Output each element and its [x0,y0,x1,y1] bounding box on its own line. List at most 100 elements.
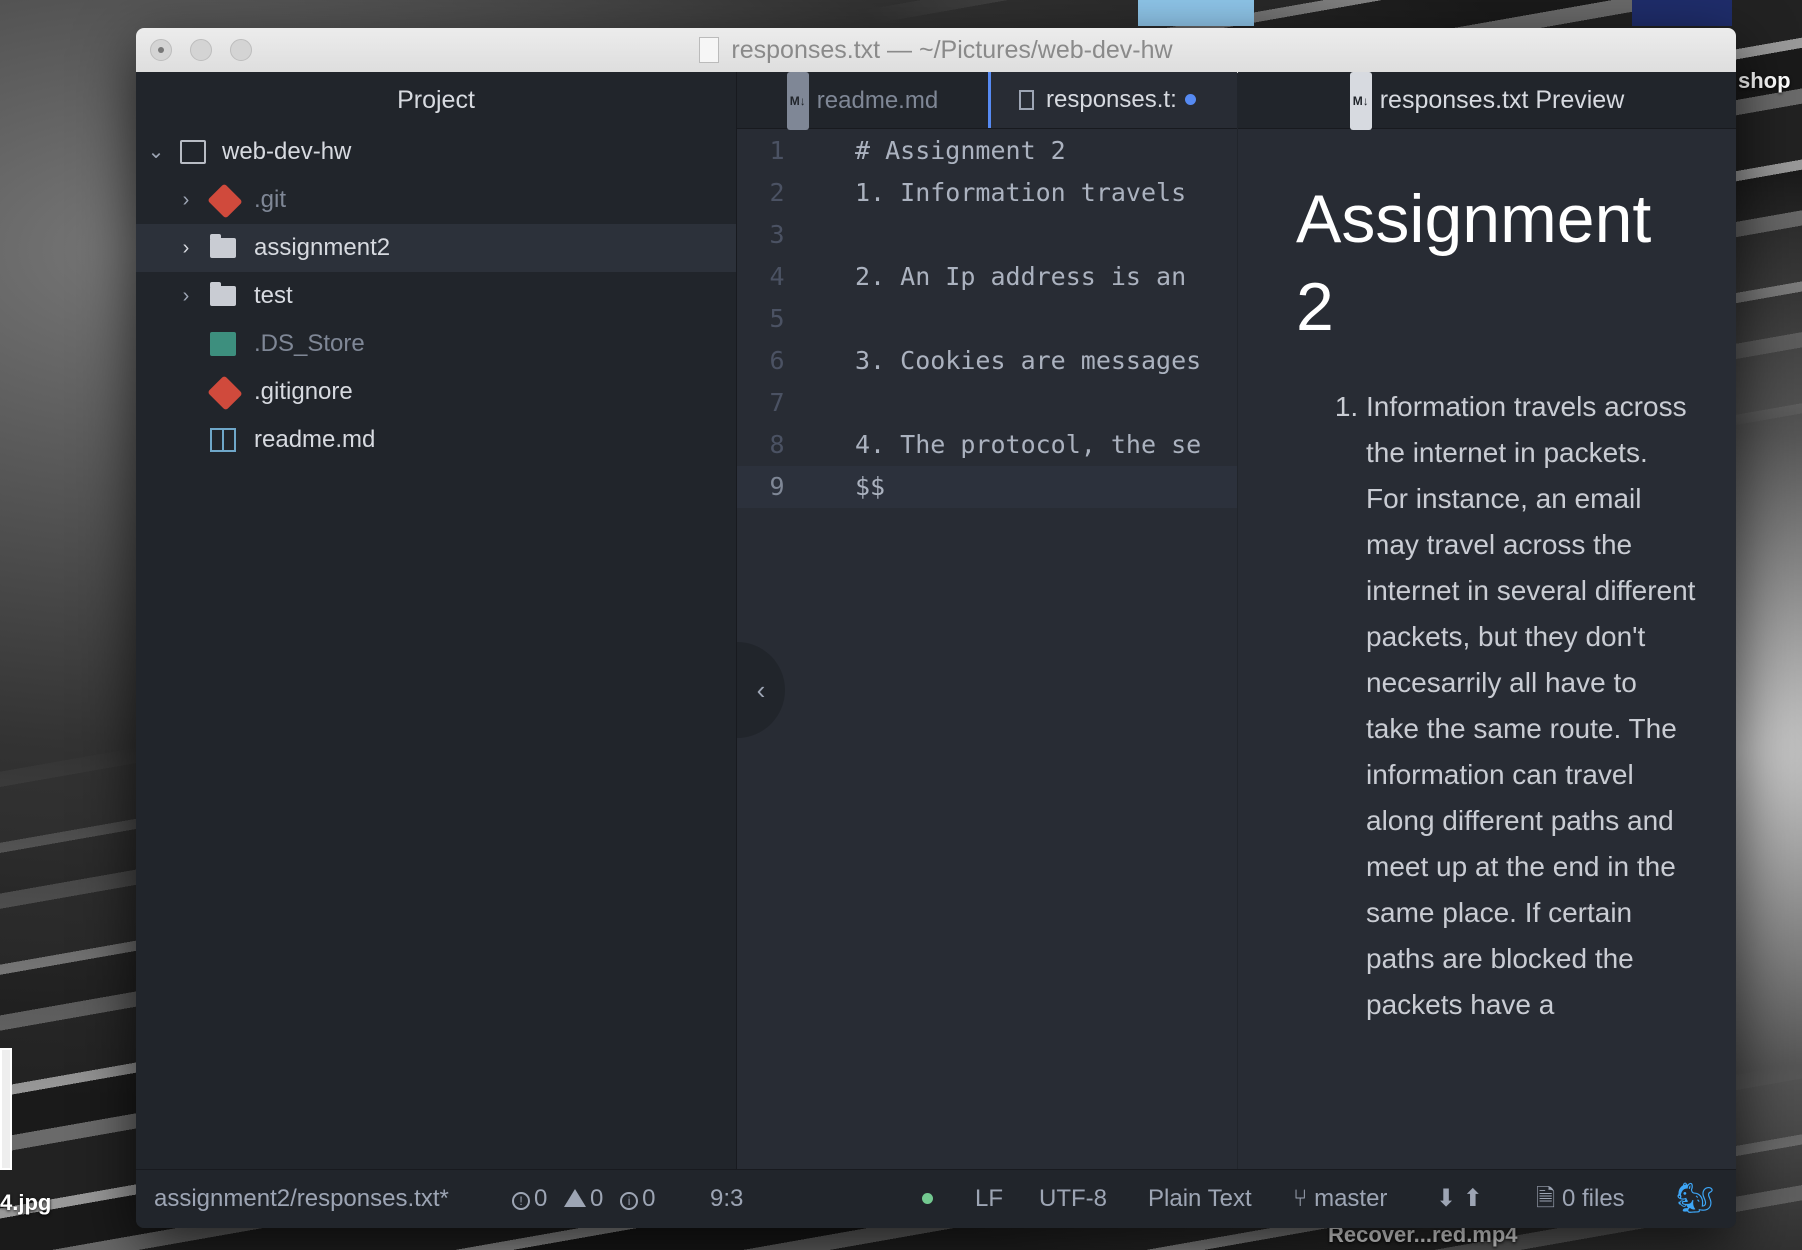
code-area[interactable]: 1 # Assignment 2 2 1. Information travels … [737,130,1237,1170]
tree-root-web-dev-hw[interactable]: ⌄ web-dev-hw [136,128,736,176]
tree-view: Project ⌄ web-dev-hw › .git › assignment… [136,72,737,1170]
title-bar[interactable]: responses.txt — ~/Pictures/web-dev-hw [136,28,1736,73]
repo-icon [180,140,206,164]
arrow-down-icon: ⬇ [1436,1185,1457,1212]
code-line-current[interactable]: 9 $$ [737,466,1237,508]
folder-icon [210,234,236,258]
line-ending-selector[interactable]: LF [975,1170,1003,1228]
preview-tab-label: responses.txt Preview [1379,86,1625,114]
desktop-label-shop[interactable]: shop [1738,68,1791,94]
line-text[interactable]: # Assignment 2 [855,130,1066,172]
linter-summary[interactable]: ! 0 0 i0 [512,1170,655,1228]
line-number: 9 [769,472,785,501]
status-file-path[interactable]: assignment2/responses.txt* [154,1170,449,1228]
warning-icon [564,1189,587,1207]
tab-label: responses.t: [1046,86,1177,113]
tree-item-readme[interactable]: readme.md [136,416,736,464]
tree-item-label: .git [254,186,287,213]
status-dot-icon [922,1193,933,1204]
tree-item-label: readme.md [254,426,376,453]
desktop-label-jpg[interactable]: 4.jpg [0,1190,51,1216]
markdown-preview-pane: M↓responses.txt Preview Assignment 2 Inf… [1238,72,1736,1170]
status-bar: assignment2/responses.txt* ! 0 0 i0 9:3 L… [136,1169,1736,1228]
preview-content[interactable]: Assignment 2 Information travels across … [1238,129,1736,1170]
tree-item-test[interactable]: › test [136,272,736,320]
tree-item-label: .gitignore [254,378,353,405]
line-number: 3 [769,220,785,249]
code-line[interactable]: 1 # Assignment 2 [737,130,1237,172]
line-text[interactable]: 4. The protocol, the se [855,424,1201,466]
github-files[interactable]: 🗎 0 files [1536,1170,1625,1228]
tree-item-git[interactable]: › .git [136,176,736,224]
tab-responses-txt[interactable]: responses.t: [988,72,1237,128]
markdown-icon: M↓ [786,72,809,130]
line-number: 4 [769,262,785,291]
chevron-right-icon[interactable]: › [176,272,196,320]
tree-item-ds-store[interactable]: .DS_Store [136,320,736,368]
folder-icon [210,282,236,306]
tree-view-header: Project [397,86,475,114]
git-icon [207,183,243,219]
squirrel-icon[interactable]: 🐿 [1676,1170,1714,1228]
tree-item-gitignore[interactable]: .gitignore [136,368,736,416]
tree-item-label: test [254,282,293,309]
window-title: responses.txt — ~/Pictures/web-dev-hw [136,28,1736,72]
preview-list: Information travels across the internet … [1296,384,1696,1028]
book-icon [210,428,236,452]
text-file-icon [1019,90,1034,110]
encoding-selector[interactable]: UTF-8 [1039,1170,1107,1228]
preview-tab[interactable]: M↓ responses.txt Preview [1238,72,1736,130]
info-icon: i [620,1192,639,1210]
tab-label: readme.md [816,87,939,114]
chevron-right-icon[interactable]: › [176,224,196,272]
finder-icon [210,332,236,356]
status-indicator [922,1170,933,1228]
tree-item-assignment2[interactable]: › assignment2 [136,224,736,272]
diff-file-icon: 🗎 [1536,1185,1562,1212]
modified-indicator-icon[interactable] [1184,94,1196,105]
code-line[interactable]: 4 2. An Ip address is an [737,256,1237,298]
warning-count: 0 [590,1185,604,1212]
code-line[interactable]: 2 1. Information travels [737,172,1237,214]
cursor-position[interactable]: 9:3 [710,1170,743,1228]
tab-readme-md[interactable]: M↓ readme.md [737,72,989,130]
git-fetch-button[interactable]: ⬇ ⬆ [1436,1170,1483,1228]
line-text[interactable]: 3. Cookies are messages [855,340,1201,382]
git-branch[interactable]: ⑂ master [1293,1170,1387,1228]
code-line[interactable]: 8 4. The protocol, the se [737,424,1237,466]
code-line[interactable]: 7 [737,382,1237,424]
line-number: 8 [769,430,785,459]
editor-pane: M↓ readme.md responses.t: 1 # Assignment 2… [737,72,1237,1170]
line-number: 5 [769,304,785,333]
chevron-down-icon[interactable]: ⌄ [146,128,166,176]
line-text[interactable]: $$ [855,466,885,508]
atom-window: responses.txt — ~/Pictures/web-dev-hw Pr… [136,28,1736,1228]
desktop-app-icon[interactable] [1632,0,1732,26]
code-line[interactable]: 6 3. Cookies are messages [737,340,1237,382]
arrow-up-icon: ⬆ [1462,1185,1483,1212]
code-line[interactable]: 3 [737,214,1237,256]
chevron-right-icon[interactable]: › [176,176,196,224]
error-count: 0 [534,1185,548,1212]
line-text[interactable]: 2. An Ip address is an [855,256,1186,298]
code-line[interactable]: 5 [737,298,1237,340]
line-text[interactable]: 1. Information travels [855,172,1186,214]
desktop-file-thumbnail[interactable] [1138,0,1254,26]
markdown-icon: M↓ [1349,72,1372,130]
error-icon: ! [512,1192,530,1210]
grammar-selector[interactable]: Plain Text [1148,1170,1252,1228]
preview-list-item: Information travels across the internet … [1366,384,1696,1028]
git-icon [207,375,243,411]
files-count: 0 files [1561,1185,1625,1212]
line-number: 6 [769,346,785,375]
branch-icon: ⑂ [1293,1185,1315,1212]
branch-name: master [1314,1185,1388,1212]
document-icon [699,37,720,63]
window-title-text: responses.txt — ~/Pictures/web-dev-hw [731,36,1173,64]
tree-item-label: assignment2 [254,234,391,261]
desktop-file-thumbnail[interactable] [0,1048,12,1170]
line-number: 1 [769,136,785,165]
preview-heading: Assignment 2 [1296,181,1652,346]
line-number: 2 [769,178,785,207]
tab-bar: M↓ readme.md responses.t: [737,72,1237,130]
